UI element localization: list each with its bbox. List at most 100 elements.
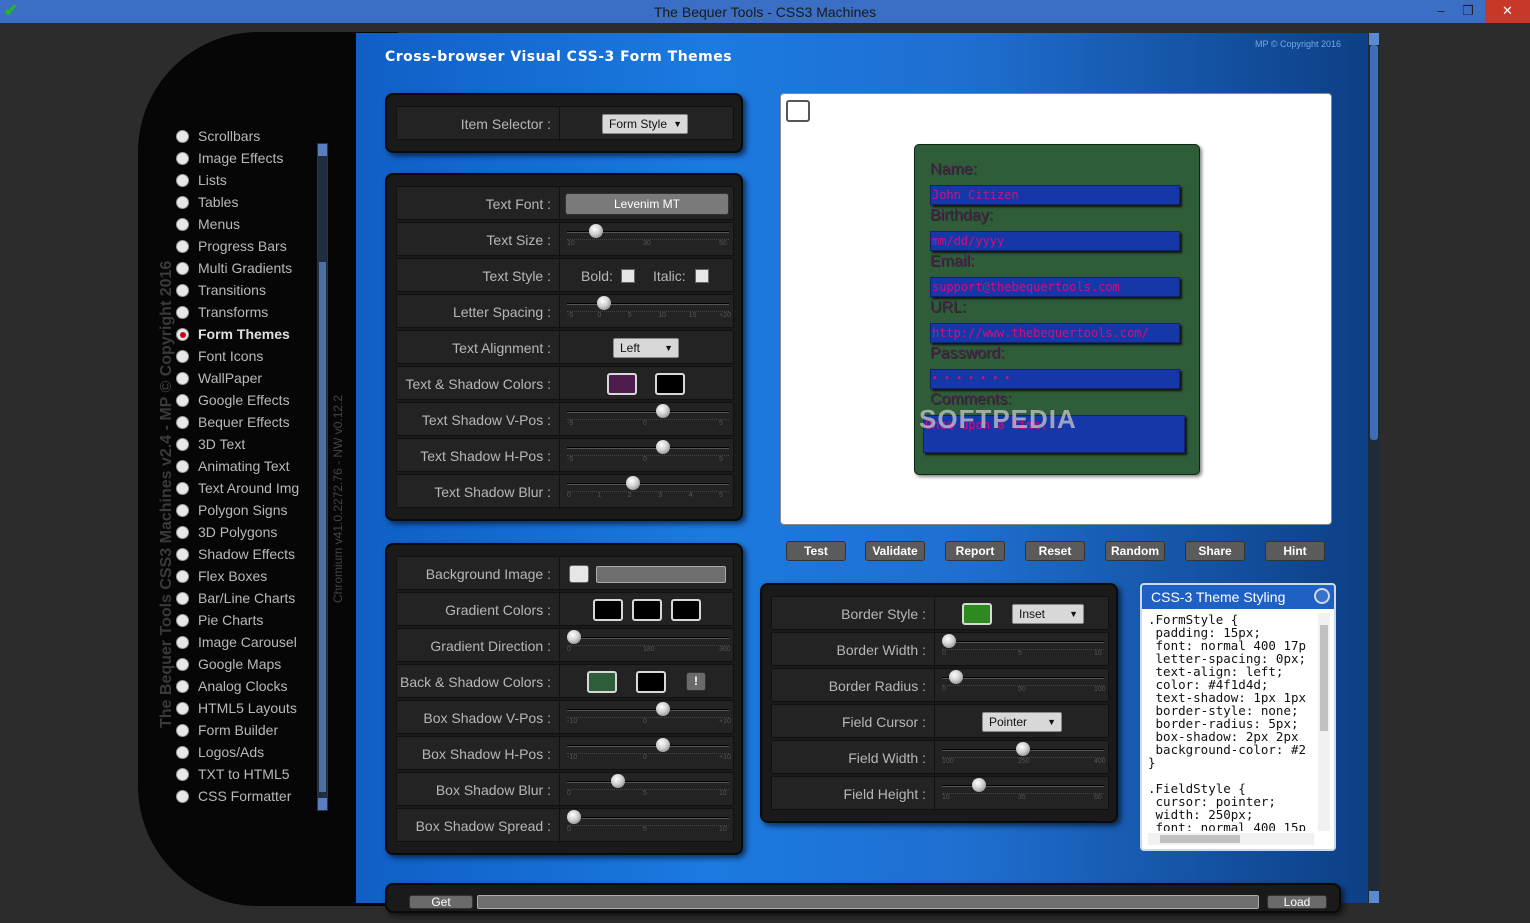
sidebar-item-animating-text[interactable]: Animating Text [174,456,314,478]
sidebar-item-3d-text[interactable]: 3D Text [174,434,314,456]
slider-knob[interactable] [942,634,956,648]
sidebar-item-html5-layouts[interactable]: HTML5 Layouts [174,698,314,720]
test-button[interactable]: Test [786,541,846,561]
scroll-up-arrow[interactable] [1369,33,1379,45]
sidebar-item-scrollbars[interactable]: Scrollbars [174,128,314,148]
bold-checkbox[interactable] [621,269,635,283]
field-cursor-dropdown[interactable]: Pointer ▼ [982,712,1062,732]
load-button[interactable]: Load [1267,895,1327,909]
slider-knob[interactable] [655,738,670,752]
sidebar-item-font-icons[interactable]: Font Icons [174,346,314,368]
slider-knob[interactable] [589,224,604,238]
text-shadow-color-swatch[interactable] [655,373,685,395]
sidebar-item-shadow-effects[interactable]: Shadow Effects [174,544,314,566]
slider-knob[interactable] [655,404,670,418]
box-shadow-blur-slider[interactable]: 0 5 10 [567,773,729,801]
field-height-slider[interactable]: 10 35 60 [942,777,1104,805]
slider-knob[interactable] [567,630,581,644]
code-horizontal-scrollbar[interactable] [1148,833,1314,845]
box-shadow-v-slider[interactable]: -10 0 +10 [567,701,731,729]
slider-knob[interactable] [971,778,986,792]
sidebar-item-tables[interactable]: Tables [174,192,314,214]
slider-knob[interactable] [655,440,670,454]
slider-knob[interactable] [1016,742,1030,756]
text-shadow-v-slider[interactable]: -5 0 5 [567,403,729,431]
text-font-button[interactable]: Levenim MT [565,193,729,215]
scrollbar-thumb[interactable] [319,262,326,792]
sidebar-item-logos-ads[interactable]: Logos/Ads [174,742,314,764]
birthday-field[interactable]: mm/dd/yyyy [930,231,1180,251]
border-radius-slider[interactable]: 0 50 100 [942,669,1106,697]
reset-button[interactable]: Reset [1025,541,1085,561]
sidebar-item-txt-to-html5[interactable]: TXT to HTML5 [174,764,314,786]
circle-icon[interactable] [1314,588,1330,604]
minimize-button[interactable]: – [1430,0,1452,23]
scrollbar-thumb[interactable] [1320,625,1328,731]
field-width-slider[interactable]: 100 250 400 [942,741,1106,769]
scrollbar-thumb[interactable] [1370,45,1378,440]
slider-knob[interactable] [567,810,581,824]
sidebar-item-menus[interactable]: Menus [174,214,314,236]
back-color-swatch[interactable] [587,671,617,693]
code-vertical-scrollbar[interactable] [1318,613,1330,831]
sidebar-item-google-effects[interactable]: Google Effects [174,390,314,412]
slider-knob[interactable] [596,296,611,310]
report-button[interactable]: Report [945,541,1005,561]
box-shadow-h-slider[interactable]: -10 0 +10 [567,737,731,765]
box-shadow-spread-slider[interactable]: 0 5 10 [567,809,729,837]
sidebar-item-css-formatter[interactable]: CSS Formatter [174,786,314,808]
main-scrollbar[interactable] [1368,33,1380,903]
slider-knob[interactable] [949,670,964,684]
random-button[interactable]: Random [1105,541,1165,561]
url-field[interactable]: http://www.thebequertools.com/ [930,323,1180,343]
hint-button[interactable]: Hint [1265,541,1325,561]
sidebar-item-3d-polygons[interactable]: 3D Polygons [174,522,314,544]
letter-spacing-slider[interactable]: -5 0 5 10 15 +20 [567,295,731,323]
sidebar-item-bar-line-charts[interactable]: Bar/Line Charts [174,588,314,610]
share-button[interactable]: Share [1185,541,1245,561]
get-button[interactable]: Get [409,895,473,909]
gradient-color-2-swatch[interactable] [632,599,662,621]
slider-knob[interactable] [655,702,670,716]
preview-toggle-checkbox[interactable] [786,100,810,122]
css-code-text[interactable]: .FormStyle { padding: 15px; font: normal… [1148,613,1314,831]
sidebar-item-pie-charts[interactable]: Pie Charts [174,610,314,632]
slider-knob[interactable] [626,476,641,490]
border-style-dropdown[interactable]: Inset ▼ [1012,604,1084,624]
url-input[interactable] [477,895,1259,909]
sidebar-item-image-effects[interactable]: Image Effects [174,148,314,170]
border-color-swatch[interactable] [962,603,992,625]
sidebar-item-progress-bars[interactable]: Progress Bars [174,236,314,258]
background-image-checkbox[interactable] [569,565,589,583]
sidebar-item-flex-boxes[interactable]: Flex Boxes [174,566,314,588]
gradient-color-3-swatch[interactable] [671,599,701,621]
validate-button[interactable]: Validate [865,541,925,561]
slider-knob[interactable] [611,774,626,788]
sidebar-item-polygon-signs[interactable]: Polygon Signs [174,500,314,522]
sidebar-item-lists[interactable]: Lists [174,170,314,192]
restore-button[interactable]: ❐ [1456,0,1480,23]
italic-checkbox[interactable] [695,269,709,283]
text-size-slider[interactable]: 10 30 50 [567,223,729,251]
gradient-color-1-swatch[interactable] [593,599,623,621]
password-field[interactable]: • • • • • • • [930,369,1180,389]
close-button[interactable]: ✕ [1485,0,1530,23]
text-shadow-h-slider[interactable]: -5 0 5 [567,439,729,467]
sidebar-item-image-carousel[interactable]: Image Carousel [174,632,314,654]
text-shadow-blur-slider[interactable]: 0 1 2 3 4 5 [567,475,729,503]
sidebar-item-form-themes[interactable]: Form Themes [174,324,314,346]
sidebar-item-form-builder[interactable]: Form Builder [174,720,314,742]
scroll-down-arrow[interactable] [1369,891,1379,903]
sidebar-item-transitions[interactable]: Transitions [174,280,314,302]
text-alignment-dropdown[interactable]: Left ▼ [613,338,679,358]
back-colors-info-button[interactable]: ! [686,672,706,691]
item-selector-dropdown[interactable]: Form Style ▼ [602,114,688,134]
sidebar-scrollbar[interactable] [317,143,328,811]
name-field[interactable]: John Citizen [930,185,1180,205]
sidebar-item-transforms[interactable]: Transforms [174,302,314,324]
text-color-swatch[interactable] [607,373,637,395]
sidebar-item-bequer-effects[interactable]: Bequer Effects [174,412,314,434]
back-shadow-color-swatch[interactable] [636,671,666,693]
sidebar-item-multi-gradients[interactable]: Multi Gradients [174,258,314,280]
border-width-slider[interactable]: 0 5 10 [942,633,1104,661]
